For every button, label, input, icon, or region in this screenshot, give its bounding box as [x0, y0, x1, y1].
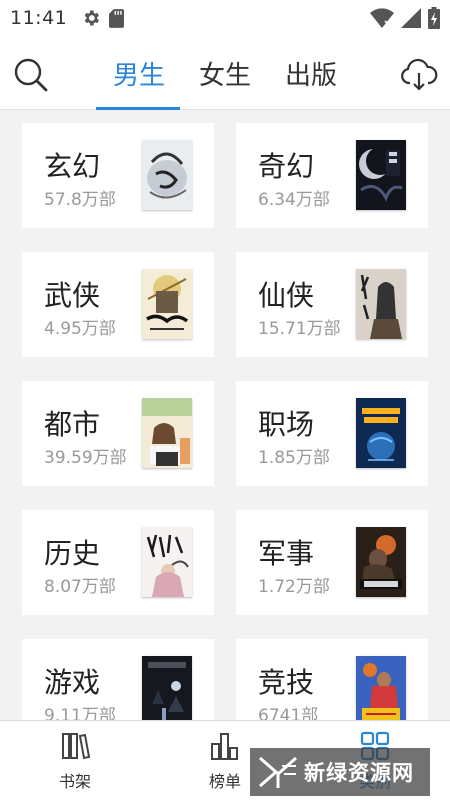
category-card-xianxia[interactable]: 仙侠 15.71万部: [236, 252, 428, 357]
bookshelf-icon: [62, 733, 91, 760]
category-name: 玄幻: [44, 150, 101, 183]
category-card-junshi[interactable]: 军事 1.72万部: [236, 510, 428, 615]
wifi-icon: [370, 8, 394, 28]
category-card-qihuan[interactable]: 奇幻 6.34万部: [236, 123, 428, 228]
category-name: 奇幻: [258, 150, 315, 183]
category-grid: 玄幻 57.8万部 奇幻 6.34万部 武侠 4.95万部 仙侠 15.71万部…: [0, 110, 450, 720]
category-count: 9.11万部: [44, 706, 116, 720]
book-cover-image: [142, 527, 192, 597]
category-count: 57.8万部: [44, 190, 116, 210]
nav-bookshelf[interactable]: 书架: [30, 721, 120, 800]
status-indicators: [370, 7, 440, 29]
cloud-download-icon[interactable]: [400, 56, 438, 94]
category-count: 39.59万部: [44, 448, 127, 468]
nav-ranking-label: 榜单: [208, 772, 241, 791]
category-count: 1.72万部: [258, 577, 330, 597]
chart-icon: [211, 733, 238, 760]
nav-bookshelf-label: 书架: [58, 772, 91, 791]
book-cover-image: [142, 140, 192, 210]
watermark-text: 新绿资源网: [304, 761, 414, 785]
category-name: 职场: [258, 408, 315, 441]
gear-icon: [84, 10, 100, 26]
status-time: 11:41: [10, 7, 68, 29]
category-name: 竞技: [258, 666, 315, 699]
category-card-wuxia[interactable]: 武侠 4.95万部: [22, 252, 214, 357]
category-card-lishi[interactable]: 历史 8.07万部: [22, 510, 214, 615]
category-name: 军事: [258, 537, 315, 570]
category-name: 仙侠: [258, 279, 315, 312]
category-count: 8.07万部: [44, 577, 116, 597]
book-cover-image: [356, 398, 406, 468]
category-name: 武侠: [44, 279, 101, 312]
category-name: 都市: [44, 408, 101, 441]
category-card-dushi[interactable]: 都市 39.59万部: [22, 381, 214, 486]
book-cover-image: [142, 656, 192, 720]
book-cover-image: [142, 269, 192, 339]
top-header: 男生 女生 出版: [0, 36, 450, 110]
gender-tabs: 男生 女生 出版: [96, 36, 354, 110]
tab-male[interactable]: 男生: [96, 36, 182, 110]
category-card-jingji[interactable]: 竞技 6741部: [236, 639, 428, 720]
book-cover-image: [356, 527, 406, 597]
status-bar: 11:41: [0, 0, 450, 36]
watermark-overlay: 新绿资源网: [250, 748, 430, 796]
book-cover-image: [356, 269, 406, 339]
category-count: 6741部: [258, 706, 319, 720]
category-count: 15.71万部: [258, 319, 341, 339]
search-icon[interactable]: [12, 56, 50, 94]
category-count: 6.34万部: [258, 190, 330, 210]
category-card-youxi[interactable]: 游戏 9.11万部: [22, 639, 214, 720]
book-cover-image: [356, 140, 406, 210]
book-cover-image: [142, 398, 192, 468]
category-name: 游戏: [44, 666, 101, 699]
category-card-zhichang[interactable]: 职场 1.85万部: [236, 381, 428, 486]
battery-icon: [428, 7, 440, 29]
category-name: 历史: [44, 537, 101, 570]
tab-publish[interactable]: 出版: [268, 36, 354, 110]
sd-card-icon: [109, 8, 125, 28]
signal-icon: [401, 8, 421, 28]
watermark-logo-icon: [259, 756, 297, 788]
category-card-xuanhuan[interactable]: 玄幻 57.8万部: [22, 123, 214, 228]
book-cover-image: [356, 656, 406, 720]
category-count: 1.85万部: [258, 448, 330, 468]
category-count: 4.95万部: [44, 319, 116, 339]
tab-female[interactable]: 女生: [182, 36, 268, 110]
